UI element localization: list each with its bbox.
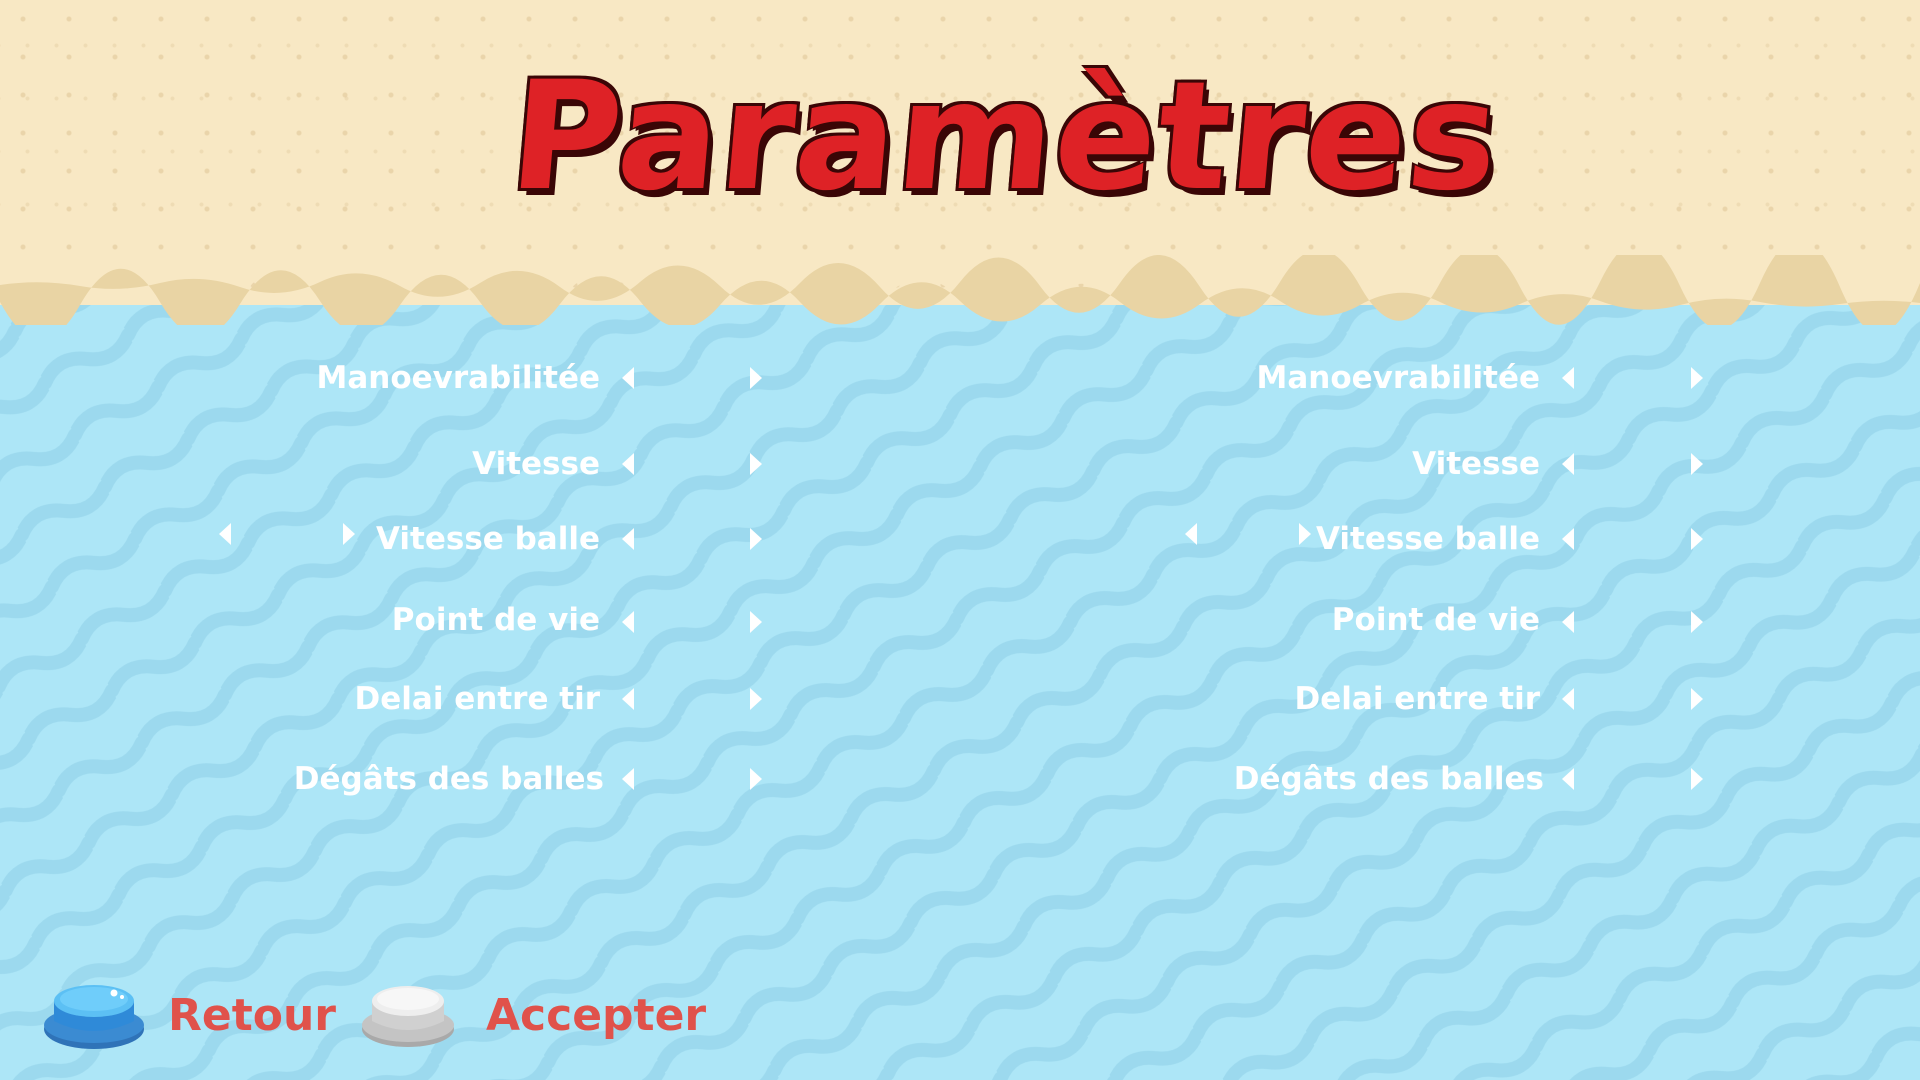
- setting-row-speed: Vitesse: [200, 439, 600, 489]
- decrease-arrow-icon[interactable]: [1553, 519, 1583, 559]
- increase-arrow-icon[interactable]: [741, 358, 771, 398]
- increase-arrow-icon[interactable]: [741, 602, 771, 642]
- setting-row-bullet-damage: Dégâts des balles: [1140, 754, 1544, 804]
- increase-arrow-icon[interactable]: [741, 679, 771, 719]
- page-title: Paramètres: [503, 50, 1507, 224]
- setting-label: Vitesse balle: [375, 521, 600, 557]
- decrease-arrow-icon[interactable]: [1553, 602, 1583, 642]
- decrease-arrow-icon[interactable]: [613, 759, 643, 799]
- setting-label: Delai entre tir: [354, 681, 600, 717]
- setting-label: Dégâts des balles: [1233, 761, 1544, 797]
- setting-row-bullet-speed: Vitesse balle: [200, 514, 600, 564]
- accept-button-label: Accepter: [486, 989, 707, 1041]
- setting-row-bullet-speed: Vitesse balle: [1140, 514, 1540, 564]
- decrease-arrow-icon[interactable]: [613, 444, 643, 484]
- setting-row-health: Point de vie: [200, 595, 600, 645]
- decrease-arrow-icon[interactable]: [613, 679, 643, 719]
- white-round-button-icon: [360, 979, 464, 1051]
- decrease-arrow-icon[interactable]: [613, 602, 643, 642]
- increase-arrow-icon[interactable]: [1682, 358, 1712, 398]
- increase-arrow-icon[interactable]: [1682, 759, 1712, 799]
- accept-button[interactable]: Accepter: [360, 975, 706, 1055]
- setting-label: Manoevrabilitée: [1256, 360, 1540, 396]
- back-button[interactable]: Retour: [42, 975, 336, 1055]
- setting-label: Delai entre tir: [1294, 681, 1540, 717]
- setting-row-bullet-damage: Dégâts des balles: [200, 754, 604, 804]
- setting-label: Vitesse: [472, 446, 600, 482]
- increase-arrow-icon[interactable]: [1682, 444, 1712, 484]
- increase-arrow-icon[interactable]: [741, 519, 771, 559]
- increase-arrow-icon[interactable]: [741, 759, 771, 799]
- shoreline: [0, 255, 1920, 325]
- setting-label: Dégâts des balles: [293, 761, 604, 797]
- setting-row-fire-delay: Delai entre tir: [1140, 674, 1540, 724]
- setting-row-maneuverability: Manoevrabilitée: [200, 353, 600, 403]
- blue-round-button-icon: [42, 979, 146, 1051]
- setting-row-maneuverability: Manoevrabilitée: [1140, 353, 1540, 403]
- setting-row-health: Point de vie: [1140, 595, 1540, 645]
- setting-label: Vitesse: [1412, 446, 1540, 482]
- increase-arrow-icon[interactable]: [1682, 679, 1712, 719]
- setting-row-speed: Vitesse: [1140, 439, 1540, 489]
- back-button-label: Retour: [168, 989, 337, 1041]
- decrease-arrow-icon[interactable]: [1553, 759, 1583, 799]
- decrease-arrow-icon[interactable]: [1553, 358, 1583, 398]
- increase-arrow-icon[interactable]: [1682, 602, 1712, 642]
- setting-label: Vitesse balle: [1315, 521, 1540, 557]
- increase-arrow-icon[interactable]: [741, 444, 771, 484]
- decrease-arrow-icon[interactable]: [613, 519, 643, 559]
- decrease-arrow-icon[interactable]: [1553, 679, 1583, 719]
- setting-label: Point de vie: [1331, 602, 1540, 638]
- setting-label: Manoevrabilitée: [316, 360, 600, 396]
- setting-label: Point de vie: [391, 602, 600, 638]
- decrease-arrow-icon[interactable]: [613, 358, 643, 398]
- decrease-arrow-icon[interactable]: [1553, 444, 1583, 484]
- setting-row-fire-delay: Delai entre tir: [200, 674, 600, 724]
- increase-arrow-icon[interactable]: [1682, 519, 1712, 559]
